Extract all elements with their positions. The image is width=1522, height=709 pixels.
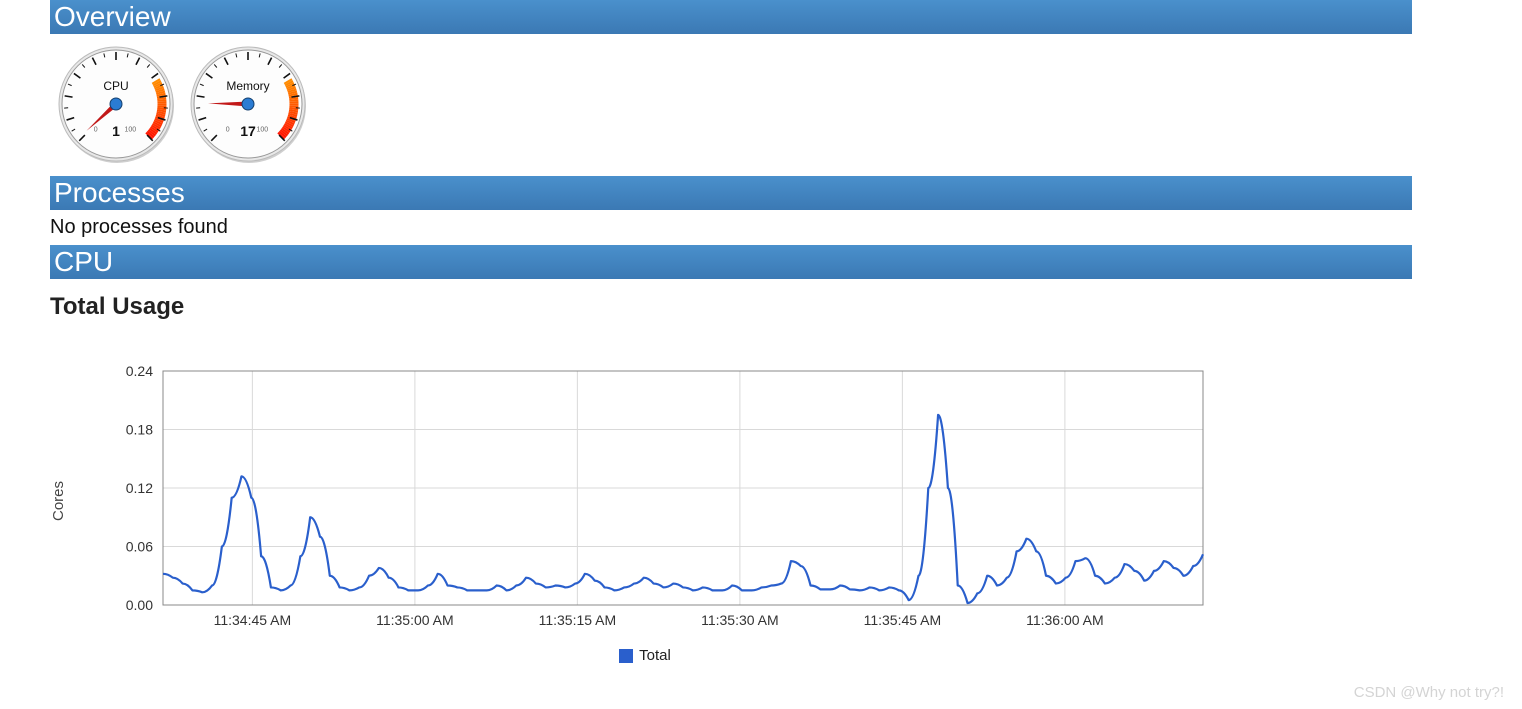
cpu-chart-svg: 11:34:45 AM 11:35:00 AM 11:35:15 AM 11:35:3… (73, 361, 1223, 641)
section-header-cpu: CPU (50, 245, 1412, 279)
svg-text:11:36:00 AM: 11:36:00 AM (1026, 612, 1104, 628)
svg-text:0.00: 0.00 (126, 597, 153, 613)
svg-text:Memory: Memory (226, 79, 269, 93)
svg-text:11:35:45 AM: 11:35:45 AM (864, 612, 942, 628)
svg-text:1: 1 (112, 123, 120, 139)
legend-swatch-total (619, 649, 633, 663)
svg-text:0.24: 0.24 (126, 363, 153, 379)
svg-text:100: 100 (257, 127, 269, 134)
svg-text:11:35:00 AM: 11:35:00 AM (376, 612, 454, 628)
svg-text:0: 0 (226, 127, 230, 134)
svg-text:17: 17 (240, 123, 256, 139)
svg-text:11:35:30 AM: 11:35:30 AM (701, 612, 779, 628)
section-header-overview: Overview (50, 0, 1412, 34)
section-header-processes: Processes (50, 176, 1412, 210)
chart-y-axis-label: Cores (50, 481, 67, 521)
svg-text:0.06: 0.06 (126, 539, 153, 555)
cpu-subtitle: Total Usage (50, 293, 1412, 321)
svg-text:0: 0 (94, 127, 98, 134)
gauges-row: CPU01001 Memory010017 (50, 34, 1412, 176)
svg-text:0.12: 0.12 (126, 480, 153, 496)
svg-text:11:34:45 AM: 11:34:45 AM (214, 612, 292, 628)
svg-text:100: 100 (125, 127, 137, 134)
gauge-cpu: CPU 0 100 1 (56, 44, 176, 164)
cpu-chart: Cores 11:34:45 AM11:35:00 AM11:35:15 AM1… (50, 361, 1412, 641)
svg-text:CPU: CPU (103, 79, 128, 93)
svg-text:0.18: 0.18 (126, 422, 153, 438)
watermark: CSDN @Why not try?! (1354, 684, 1504, 701)
legend-label-total: Total (639, 647, 671, 664)
processes-empty-message: No processes found (50, 210, 1412, 245)
svg-text:11:35:15 AM: 11:35:15 AM (539, 612, 617, 628)
gauge-memory: Memory 0 10017 (188, 44, 308, 164)
chart-legend: Total (50, 647, 1240, 664)
